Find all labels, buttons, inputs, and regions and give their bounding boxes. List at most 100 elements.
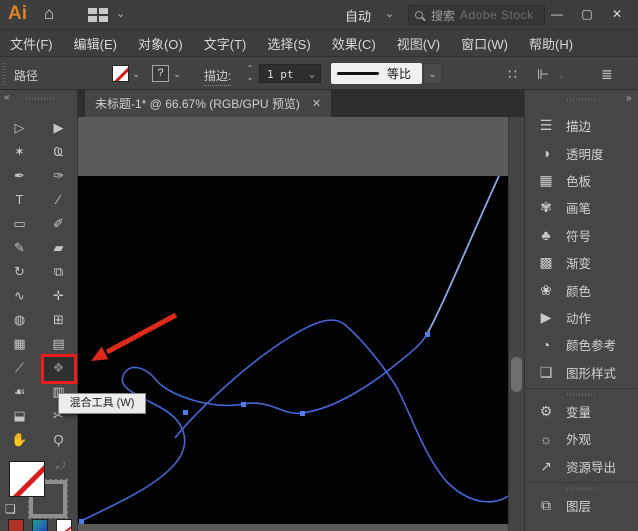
snap-chevron-icon[interactable]: ⌄ — [557, 70, 565, 81]
minimize-button[interactable]: — — [546, 5, 568, 23]
scale-tool[interactable]: ⧉ — [39, 260, 78, 284]
stepper-up-icon[interactable]: ⌃ — [245, 64, 255, 73]
eyedropper-tool[interactable]: ⟋ — [0, 356, 39, 380]
perspective-grid-tool[interactable]: ⊞ — [39, 308, 78, 332]
symbol-sprayer-tool[interactable]: ☙ — [0, 380, 39, 404]
panel-appearance[interactable]: ☼外观 — [525, 425, 638, 452]
anchor-point[interactable] — [300, 411, 305, 416]
hand-tool[interactable]: ✋ — [0, 428, 39, 452]
collapse-tools-icon[interactable]: « — [4, 92, 10, 103]
panel-actions[interactable]: ▶动作 — [525, 304, 638, 331]
magic-wand-tool[interactable]: ✶ — [0, 140, 39, 164]
scrollbar-thumb[interactable] — [511, 357, 522, 392]
swap-fill-stroke-icon[interactable]: ⤾ — [56, 460, 65, 473]
stroke-chevron-icon[interactable]: ⌄ — [173, 69, 181, 80]
anchor-point[interactable] — [183, 410, 188, 415]
menu-object[interactable]: 对象(O) — [138, 34, 183, 53]
panel-stroke[interactable]: ☰描边 — [525, 112, 638, 139]
type-tool[interactable]: T — [0, 188, 39, 212]
shaper-tool[interactable]: ◍ — [0, 308, 39, 332]
anchor-point[interactable] — [241, 402, 246, 407]
close-button[interactable]: ✕ — [606, 5, 628, 23]
top-right-curve[interactable] — [427, 176, 499, 334]
panel-menu-icon[interactable]: ≣ — [601, 66, 613, 83]
menu-window[interactable]: 窗口(W) — [461, 34, 508, 53]
default-swatches-icon[interactable]: ❏ — [5, 502, 16, 516]
panel-graphic-styles[interactable]: ❏图形样式 — [525, 359, 638, 386]
panel-label: 图形样式 — [566, 363, 616, 382]
menu-view[interactable]: 视图(V) — [397, 34, 440, 53]
panel-grip[interactable] — [2, 63, 6, 85]
panel-dock-grip[interactable] — [567, 98, 595, 101]
eraser-tool[interactable]: ▰ — [39, 236, 78, 260]
panel-color-guide[interactable]: ◔颜色参考 — [525, 331, 638, 358]
pen-tool[interactable]: ✒ — [0, 164, 39, 188]
tools-panel-grip[interactable] — [26, 97, 54, 100]
home-icon[interactable]: ⌂ — [44, 4, 54, 24]
align-options-icon[interactable]: ∷ — [508, 66, 517, 83]
fill-proxy-none[interactable] — [9, 461, 45, 497]
panel-variables[interactable]: ⚙变量 — [525, 398, 638, 425]
mesh-tool[interactable]: ▦ — [0, 332, 39, 356]
blend-tool-tooltip: 混合工具 (W) — [58, 393, 146, 414]
workspace-switcher-icon[interactable] — [88, 8, 110, 22]
menu-effect[interactable]: 效果(C) — [332, 34, 376, 53]
panel-layers[interactable]: ⧉图层 — [525, 492, 638, 519]
stroke-weight-stepper[interactable]: ⌃ ⌄ — [245, 64, 255, 84]
panel-symbols[interactable]: ♣符号 — [525, 222, 638, 249]
paintbrush-tool[interactable]: ✐ — [39, 212, 78, 236]
width-tool[interactable]: ∿ — [0, 284, 39, 308]
curvature-tool[interactable]: ✑ — [39, 164, 78, 188]
free-transform-tool[interactable]: ✛ — [39, 284, 78, 308]
panel-asset-export[interactable]: ↗资源导出 — [525, 453, 638, 480]
tab-close-icon[interactable]: ✕ — [312, 97, 321, 110]
panel-swatches[interactable]: ▦色板 — [525, 167, 638, 194]
zoom-tool[interactable]: Ϙ — [39, 428, 78, 452]
panel-transparency[interactable]: ◑透明度 — [525, 139, 638, 166]
stroke-color-swatch[interactable]: ? — [152, 65, 169, 82]
panel-brushes[interactable]: ✾画笔 — [525, 194, 638, 221]
rotate-tool[interactable]: ↻ — [0, 260, 39, 284]
menu-file[interactable]: 文件(F) — [10, 34, 53, 53]
gradient-tool[interactable]: ▤ — [39, 332, 78, 356]
panel-label: 变量 — [566, 402, 591, 421]
stroke-profile-dropdown[interactable]: 等比 — [331, 63, 422, 84]
stepper-down-icon[interactable]: ⌄ — [245, 73, 255, 82]
menu-type[interactable]: 文字(T) — [204, 34, 247, 53]
line-segment-tool[interactable]: ∕ — [39, 188, 78, 212]
lasso-tool[interactable]: Ҩ — [39, 140, 78, 164]
snap-options-icon[interactable]: ⊩ — [537, 66, 549, 83]
auto-chevron-icon[interactable]: ⌄ — [385, 7, 394, 20]
menu-select[interactable]: 选择(S) — [267, 34, 310, 53]
stroke-weight-chevron-icon[interactable]: ⌄ — [309, 69, 315, 80]
workspace-chevron-icon[interactable]: ⌄ — [116, 7, 125, 20]
stroke-weight-label[interactable]: 描边: — [204, 67, 231, 86]
artboard[interactable] — [78, 176, 508, 524]
search-input[interactable]: 搜索 Adobe Stock — [408, 5, 545, 25]
auto-dropdown[interactable]: 自动 — [345, 6, 371, 25]
artboard-tool[interactable]: ⬓ — [0, 404, 39, 428]
panel-color[interactable]: ❀颜色 — [525, 276, 638, 303]
panel-gradient[interactable]: ▩渐变 — [525, 249, 638, 276]
selection-tool[interactable]: ▷ — [0, 116, 39, 140]
document-tab-strip: 未标题-1* @ 66.67% (RGB/GPU 预览) ✕ — [78, 90, 524, 117]
none-mode-swatch[interactable] — [56, 519, 72, 531]
anchor-point[interactable] — [425, 332, 430, 337]
document-tab[interactable]: 未标题-1* @ 66.67% (RGB/GPU 预览) ✕ — [85, 90, 331, 117]
maximize-button[interactable]: ▢ — [576, 5, 598, 23]
expand-panels-icon[interactable]: « — [626, 93, 632, 104]
menu-help[interactable]: 帮助(H) — [529, 34, 573, 53]
fill-chevron-icon[interactable]: ⌄ — [132, 69, 140, 80]
stroke-profile-chevron[interactable]: ⌄ — [423, 63, 442, 84]
rectangle-tool[interactable]: ▭ — [0, 212, 39, 236]
gradient-mode-swatch[interactable] — [32, 519, 48, 531]
search-placeholder-primary: 搜索 — [431, 7, 455, 24]
fill-color-swatch[interactable] — [112, 65, 129, 82]
direct-selection-tool[interactable]: ▶ — [39, 116, 78, 140]
vertical-scrollbar[interactable] — [508, 117, 524, 531]
color-mode-swatch[interactable] — [8, 519, 24, 531]
menu-edit[interactable]: 编辑(E) — [74, 34, 117, 53]
blend-hump-path[interactable] — [175, 320, 508, 502]
pencil-tool[interactable]: ✎ — [0, 236, 39, 260]
stroke-weight-input[interactable]: 1 pt ⌄ — [259, 64, 321, 83]
